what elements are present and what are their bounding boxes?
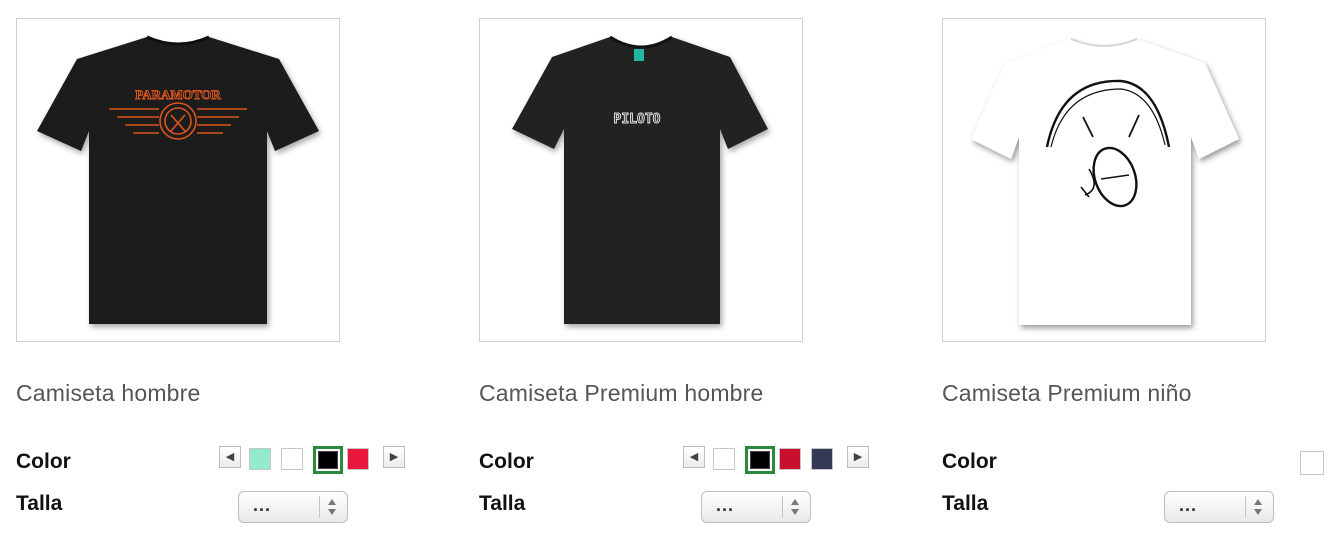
size-select-value: ...	[716, 495, 735, 515]
color-swatch-black-selected[interactable]	[313, 446, 343, 474]
product-image-frame[interactable]: PILOTO	[479, 18, 803, 342]
size-label: Talla	[479, 492, 526, 515]
color-label: Color	[942, 450, 997, 473]
size-select[interactable]: ...	[1164, 491, 1274, 523]
color-label: Color	[479, 450, 534, 473]
product-card: Camiseta Premium niño Color Talla ...	[942, 18, 1341, 538]
size-select-value: ...	[1179, 495, 1198, 515]
chevron-right-icon[interactable]: ▶	[383, 446, 405, 468]
size-label: Talla	[16, 492, 63, 515]
product-name[interactable]: Camiseta hombre	[16, 380, 201, 407]
size-select[interactable]: ...	[701, 491, 811, 523]
color-swatch-black-selected[interactable]	[745, 446, 775, 474]
color-swatch-mint[interactable]	[249, 448, 271, 470]
color-swatch-white[interactable]	[713, 448, 735, 470]
color-label: Color	[16, 450, 71, 473]
color-swatch-row: ◀ ▶	[219, 446, 409, 474]
chevron-left-icon[interactable]: ◀	[683, 446, 705, 468]
select-divider	[782, 496, 783, 518]
chevron-left-icon[interactable]: ◀	[219, 446, 241, 468]
up-down-stepper-icon	[325, 497, 341, 517]
product-card: PARAMOTOR Camiseta hombre Color Talla ◀ …	[16, 18, 416, 538]
tshirt-image: PILOTO	[512, 35, 768, 324]
product-name[interactable]: Camiseta Premium hombre	[479, 380, 764, 407]
size-select-value: ...	[253, 495, 272, 515]
select-divider	[1245, 496, 1246, 518]
select-divider	[319, 496, 320, 518]
color-swatch-red[interactable]	[347, 448, 369, 470]
chevron-right-icon[interactable]: ▶	[847, 446, 869, 468]
color-swatch-navy[interactable]	[811, 448, 833, 470]
product-image-frame[interactable]	[942, 18, 1266, 342]
label-tag	[634, 49, 644, 61]
size-select[interactable]: ...	[238, 491, 348, 523]
product-image-frame[interactable]: PARAMOTOR	[16, 18, 340, 342]
product-card: PILOTO Camiseta Premium hombre Color Tal…	[479, 18, 879, 538]
print-text: PARAMOTOR	[135, 87, 221, 102]
color-swatch-red[interactable]	[779, 448, 801, 470]
up-down-stepper-icon	[1251, 497, 1267, 517]
tshirt-image: PARAMOTOR	[37, 35, 319, 324]
color-swatch-white[interactable]	[281, 448, 303, 470]
tshirt-image	[971, 38, 1239, 325]
size-label: Talla	[942, 492, 989, 515]
up-down-stepper-icon	[788, 497, 804, 517]
color-swatch-row: ◀ ▶	[683, 446, 873, 474]
print-text: PILOTO	[614, 112, 661, 127]
color-swatch-white[interactable]	[1300, 451, 1324, 475]
product-name[interactable]: Camiseta Premium niño	[942, 380, 1192, 407]
